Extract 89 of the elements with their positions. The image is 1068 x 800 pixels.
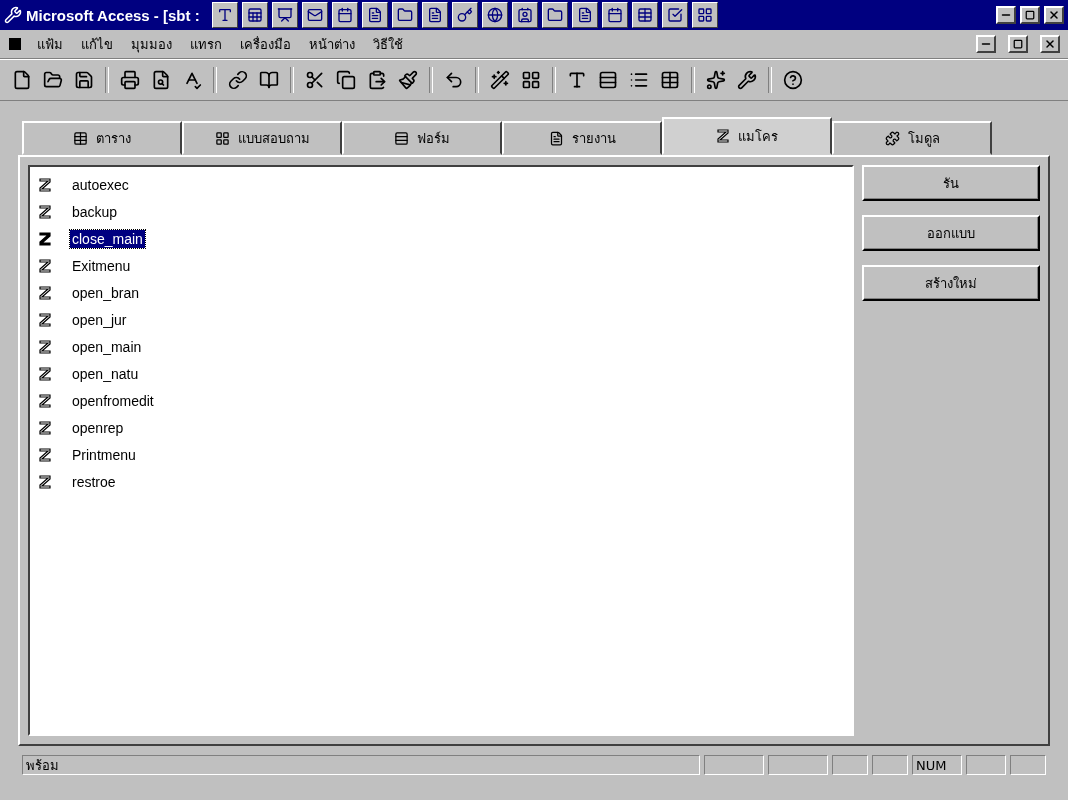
macro-icon [38,285,52,301]
list-item[interactable]: open_jur [70,311,129,329]
module-icon [884,130,900,146]
command-button[interactable]: สร้างใหม่ [862,265,1040,301]
tab[interactable]: ตาราง [22,121,182,155]
macro-icon [716,128,730,144]
status-pane [872,755,908,775]
document-shortcut-button[interactable] [361,2,388,28]
document-shortcut-button[interactable] [571,2,598,28]
presentation-shortcut-button[interactable] [271,2,298,28]
key-icon [456,7,473,23]
close-button[interactable] [1044,6,1064,24]
menu-item[interactable]: วิธีใช้ [370,31,406,57]
macro-icon [38,420,52,436]
list-item[interactable]: open_main [70,338,144,356]
macro-icon [38,366,52,382]
list-item[interactable]: Exitmenu [70,257,133,275]
tab[interactable]: โมดูล [832,121,992,155]
restore-icon [1013,39,1023,49]
macro-icon [38,339,52,355]
folder-icon [396,7,413,23]
macro-icon [38,258,52,274]
restore-button[interactable] [1020,6,1040,24]
macro-icon [38,447,52,463]
minimize-button[interactable] [976,35,996,53]
menu-item[interactable]: แฟ้ม [34,31,66,57]
folder-shortcut-button[interactable] [391,2,418,28]
list-item[interactable]: backup [70,203,120,221]
list-item[interactable]: openfromedit [70,392,156,410]
menu-item[interactable]: แทรก [187,31,225,57]
menu-item[interactable]: หน้าต่าง [306,31,358,57]
restore-button[interactable] [1008,35,1028,53]
macro-icon [38,204,52,220]
list-item[interactable]: open_natu [70,365,141,383]
status-pane [704,755,764,775]
tab[interactable]: แมโคร [662,117,832,155]
checkbox-icon [666,7,683,23]
list-item[interactable]: open_bran [70,284,141,302]
menu-item[interactable]: มุมมอง [128,31,175,57]
macro-icon [38,177,52,193]
calendar-shortcut-button[interactable] [331,2,358,28]
mail-icon [306,7,323,23]
menu-item[interactable]: เครื่องมือ [237,31,294,57]
menu-item[interactable]: แก้ไข [78,31,116,57]
contact-icon [516,7,533,23]
close-icon [1048,9,1060,21]
tab[interactable]: แบบสอบถาม [182,121,342,155]
close-button[interactable] [1040,35,1060,53]
list-item[interactable]: autoexec [70,176,131,194]
checkbox-shortcut-button[interactable] [661,2,688,28]
folder-shortcut-button[interactable] [541,2,568,28]
app-icon [4,6,22,24]
tab[interactable]: ฟอร์ม [342,121,502,155]
status-pane [768,755,828,775]
status-pane [832,755,868,775]
close-icon [1044,38,1056,50]
command-button[interactable]: ออกแบบ [862,215,1040,251]
table-icon [636,7,653,23]
mail-shortcut-button[interactable] [301,2,328,28]
presentation-icon [276,7,293,23]
key-shortcut-button[interactable] [451,2,478,28]
list-item[interactable]: close_main [70,230,145,248]
contact-shortcut-button[interactable] [511,2,538,28]
restore-icon [1025,10,1035,20]
calendar-icon [336,7,353,23]
list-item[interactable]: Printmenu [70,446,138,464]
list-item[interactable]: restroe [70,473,118,491]
status-indicator: NUM [912,755,962,775]
globe-shortcut-button[interactable] [481,2,508,28]
globe-icon [486,7,503,23]
status-pane [966,755,1006,775]
macro-icon [38,312,52,328]
status-pane [1010,755,1046,775]
command-button[interactable]: รัน [862,165,1040,201]
table-shortcut-button[interactable] [631,2,658,28]
calendar-shortcut-button[interactable] [601,2,628,28]
tab[interactable]: รายงาน [502,121,662,155]
report-icon [548,130,564,146]
window-title: Microsoft Access - [sbt : [26,6,200,24]
list-item[interactable]: openrep [70,419,126,437]
macro-icon [38,393,52,409]
calendar-icon [606,7,623,23]
status-message: พร้อม [22,755,700,775]
minimize-button[interactable] [996,6,1016,24]
folder-icon [546,7,563,23]
macro-icon [38,474,52,490]
macro-icon [38,231,52,247]
document-shortcut-button[interactable] [421,2,448,28]
table-icon [73,130,88,146]
